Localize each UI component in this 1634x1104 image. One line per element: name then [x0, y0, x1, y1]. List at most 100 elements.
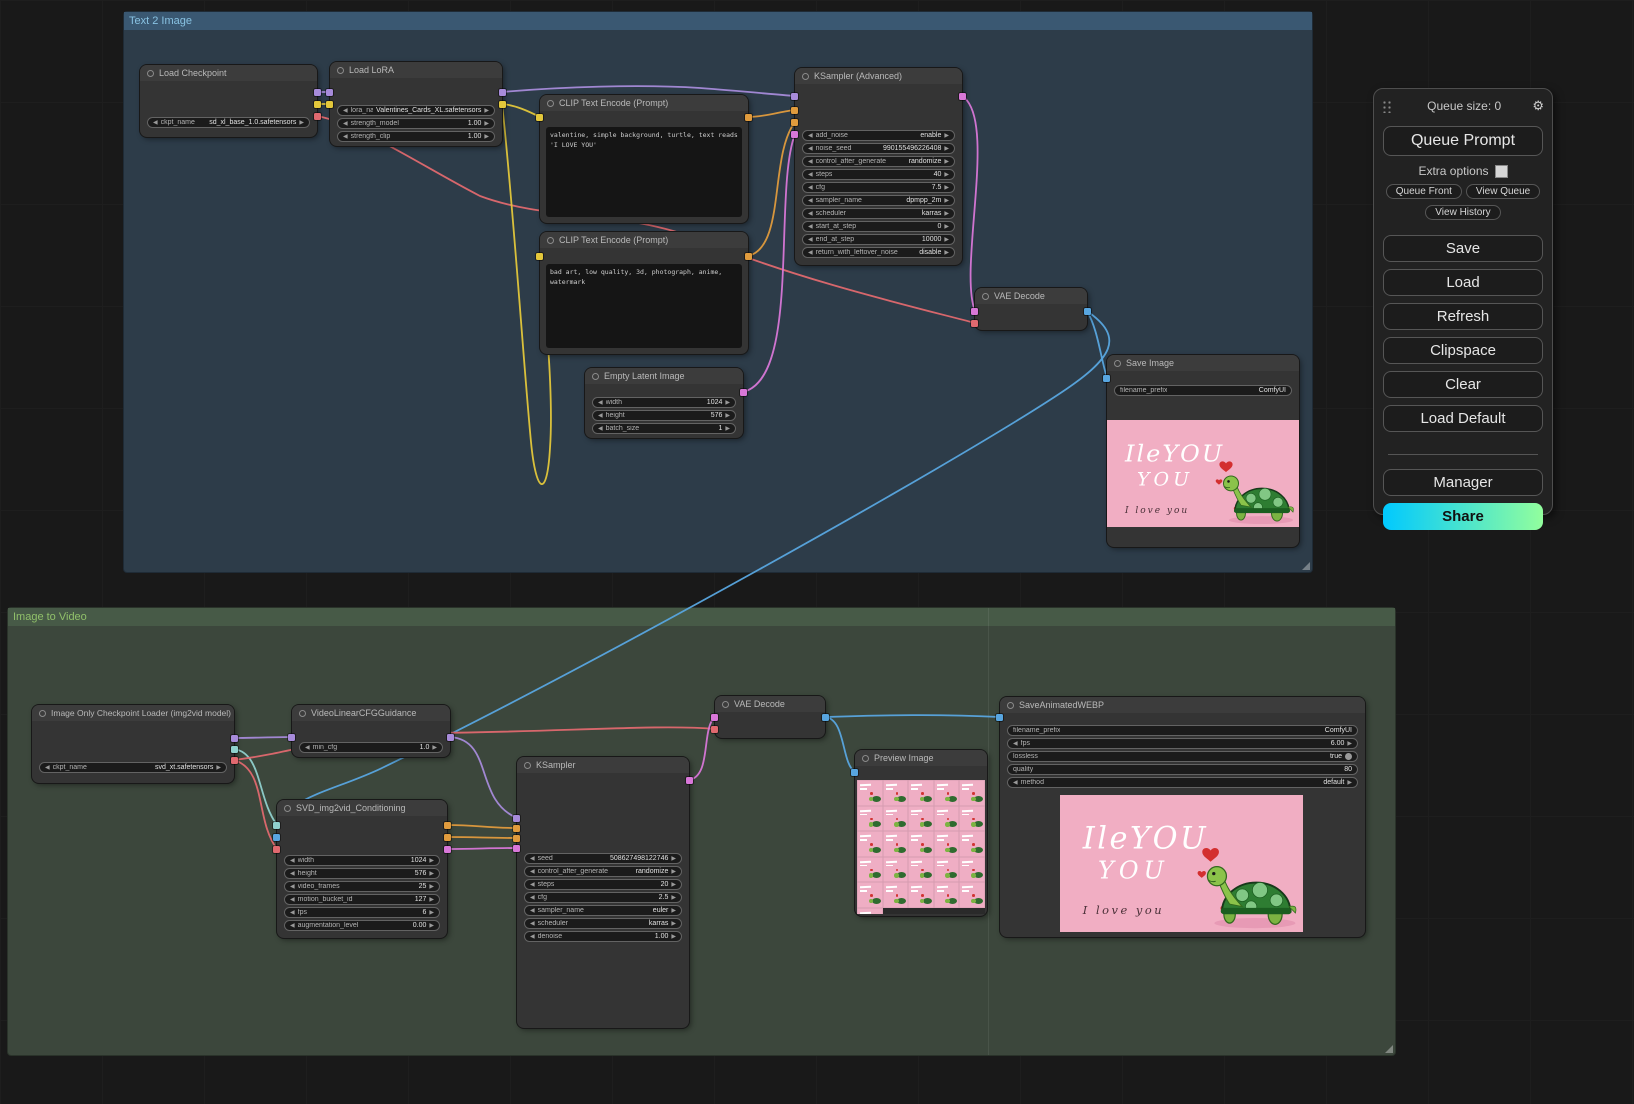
widget-control_after_generate[interactable]: ◀control_after_generaterandomize▶ — [802, 156, 955, 167]
increment-arrow-icon[interactable]: ▶ — [429, 909, 434, 916]
increment-arrow-icon[interactable]: ▶ — [429, 896, 434, 903]
widget-batch_size[interactable]: ◀batch_size1▶ — [592, 423, 736, 434]
widget-fps[interactable]: ◀fps6▶ — [284, 907, 440, 918]
increment-arrow-icon[interactable]: ▶ — [944, 210, 949, 217]
widget-video_frames[interactable]: ◀video_frames25▶ — [284, 881, 440, 892]
decrement-arrow-icon[interactable]: ◀ — [530, 920, 535, 927]
decrement-arrow-icon[interactable]: ◀ — [305, 744, 310, 751]
decrement-arrow-icon[interactable]: ◀ — [808, 210, 813, 217]
node-clip-text-encode-positive[interactable]: CLIP Text Encode (Prompt) valentine, sim… — [540, 95, 748, 223]
decrement-arrow-icon[interactable]: ◀ — [1013, 779, 1018, 786]
decrement-arrow-icon[interactable]: ◀ — [598, 425, 603, 432]
increment-arrow-icon[interactable]: ▶ — [671, 855, 676, 862]
node-svd-img2vid-conditioning[interactable]: SVD_img2vid_Conditioning ◀width1024▶◀hei… — [277, 800, 447, 938]
increment-arrow-icon[interactable]: ▶ — [671, 907, 676, 914]
increment-arrow-icon[interactable]: ▶ — [1347, 779, 1352, 786]
widget-augmentation_level[interactable]: ◀augmentation_level0.00▶ — [284, 920, 440, 931]
refresh-button[interactable]: Refresh — [1383, 303, 1543, 330]
port-model-input[interactable] — [326, 89, 333, 96]
decrement-arrow-icon[interactable]: ◀ — [343, 107, 348, 114]
port-latent-output[interactable] — [686, 777, 693, 784]
widget-width[interactable]: ◀width1024▶ — [592, 397, 736, 408]
widget-ckpt_name[interactable]: ◀ckpt_namesvd_xt.safetensors▶ — [39, 762, 227, 773]
queue-prompt-button[interactable]: Queue Prompt — [1383, 126, 1543, 156]
port-image-output[interactable] — [1084, 308, 1091, 315]
collapse-dot[interactable] — [592, 373, 599, 380]
port-positive-output[interactable] — [444, 822, 451, 829]
port-clip-input[interactable] — [326, 101, 333, 108]
increment-arrow-icon[interactable]: ▶ — [944, 158, 949, 165]
drag-handle-icon[interactable] — [1382, 100, 1392, 113]
port-model-output[interactable] — [499, 89, 506, 96]
collapse-dot[interactable] — [802, 73, 809, 80]
increment-arrow-icon[interactable]: ▶ — [671, 894, 676, 901]
group-image2video-header[interactable]: Image to Video — [8, 608, 1395, 626]
decrement-arrow-icon[interactable]: ◀ — [598, 399, 603, 406]
widget-strength_clip[interactable]: ◀strength_clip1.00▶ — [337, 131, 495, 142]
widget-strength_model[interactable]: ◀strength_model1.00▶ — [337, 118, 495, 129]
node-ksampler-video[interactable]: KSampler ◀seed508627498122746▶◀control_a… — [517, 757, 689, 1028]
positive-prompt-textarea[interactable]: valentine, simple background, turtle, te… — [546, 127, 742, 217]
port-clip-input[interactable] — [536, 253, 543, 260]
widget-sampler_name[interactable]: ◀sampler_nameeuler▶ — [524, 905, 682, 916]
increment-arrow-icon[interactable]: ▶ — [944, 145, 949, 152]
port-clip-output[interactable] — [314, 101, 321, 108]
port-vae-output[interactable] — [231, 757, 238, 764]
view-queue-button[interactable]: View Queue — [1466, 184, 1540, 199]
increment-arrow-icon[interactable]: ▶ — [299, 119, 304, 126]
decrement-arrow-icon[interactable]: ◀ — [808, 145, 813, 152]
increment-arrow-icon[interactable]: ▶ — [216, 764, 221, 771]
increment-arrow-icon[interactable]: ▶ — [944, 236, 949, 243]
port-samples-input[interactable] — [711, 714, 718, 721]
increment-arrow-icon[interactable]: ▶ — [944, 132, 949, 139]
increment-arrow-icon[interactable]: ▶ — [671, 881, 676, 888]
increment-arrow-icon[interactable]: ▶ — [671, 920, 676, 927]
node-preview-image[interactable]: Preview Image — [855, 750, 987, 916]
collapse-dot[interactable] — [337, 67, 344, 74]
decrement-arrow-icon[interactable]: ◀ — [343, 120, 348, 127]
widget-seed[interactable]: ◀seed508627498122746▶ — [524, 853, 682, 864]
decrement-arrow-icon[interactable]: ◀ — [808, 171, 813, 178]
port-clip-output[interactable] — [499, 101, 506, 108]
widget-cfg[interactable]: ◀cfg7.5▶ — [802, 182, 955, 193]
collapse-dot[interactable] — [547, 237, 554, 244]
decrement-arrow-icon[interactable]: ◀ — [290, 909, 295, 916]
decrement-arrow-icon[interactable]: ◀ — [808, 197, 813, 204]
port-conditioning-output[interactable] — [745, 114, 752, 121]
queue-front-button[interactable]: Queue Front — [1386, 184, 1462, 199]
decrement-arrow-icon[interactable]: ◀ — [598, 412, 603, 419]
node-load-checkpoint[interactable]: Load Checkpoint ◀ckpt_namesd_xl_base_1.0… — [140, 65, 317, 137]
widget-return_with_leftover_noise[interactable]: ◀return_with_leftover_noisedisable▶ — [802, 247, 955, 258]
widget-scheduler[interactable]: ◀schedulerkarras▶ — [524, 918, 682, 929]
decrement-arrow-icon[interactable]: ◀ — [290, 857, 295, 864]
decrement-arrow-icon[interactable]: ◀ — [290, 896, 295, 903]
increment-arrow-icon[interactable]: ▶ — [944, 197, 949, 204]
port-images-input[interactable] — [1103, 375, 1110, 382]
decrement-arrow-icon[interactable]: ◀ — [530, 894, 535, 901]
widget-steps[interactable]: ◀steps20▶ — [524, 879, 682, 890]
widget-fps[interactable]: ◀fps6.00▶ — [1007, 738, 1358, 749]
load-default-button[interactable]: Load Default — [1383, 405, 1543, 432]
port-conditioning-output[interactable] — [745, 253, 752, 260]
decrement-arrow-icon[interactable]: ◀ — [808, 158, 813, 165]
increment-arrow-icon[interactable]: ▶ — [429, 883, 434, 890]
decrement-arrow-icon[interactable]: ◀ — [343, 133, 348, 140]
widget-method[interactable]: ◀methoddefault▶ — [1007, 777, 1358, 788]
node-image-only-checkpoint-loader[interactable]: Image Only Checkpoint Loader (img2vid mo… — [32, 705, 234, 783]
node-vae-decode-video[interactable]: VAE Decode — [715, 696, 825, 738]
increment-arrow-icon[interactable]: ▶ — [944, 184, 949, 191]
widget-noise_seed[interactable]: ◀noise_seed990155496226408▶ — [802, 143, 955, 154]
decrement-arrow-icon[interactable]: ◀ — [530, 933, 535, 940]
port-latent-input[interactable] — [513, 845, 520, 852]
decrement-arrow-icon[interactable]: ◀ — [45, 764, 50, 771]
widget-min_cfg[interactable]: ◀min_cfg1.0▶ — [299, 742, 443, 753]
node-save-animated-webp[interactable]: SaveAnimatedWEBP filename_prefixComfyUI◀… — [1000, 697, 1365, 937]
extra-options-checkbox[interactable] — [1495, 165, 1508, 178]
widget-scheduler[interactable]: ◀schedulerkarras▶ — [802, 208, 955, 219]
group-resize-handle[interactable] — [1385, 1045, 1393, 1053]
group-resize-handle[interactable] — [1302, 562, 1310, 570]
widget-lora_name[interactable]: ◀lora_nameValentines_Cards_XL.safetensor… — [337, 105, 495, 116]
port-vae-input[interactable] — [273, 846, 280, 853]
decrement-arrow-icon[interactable]: ◀ — [808, 249, 813, 256]
port-image-output[interactable] — [822, 714, 829, 721]
